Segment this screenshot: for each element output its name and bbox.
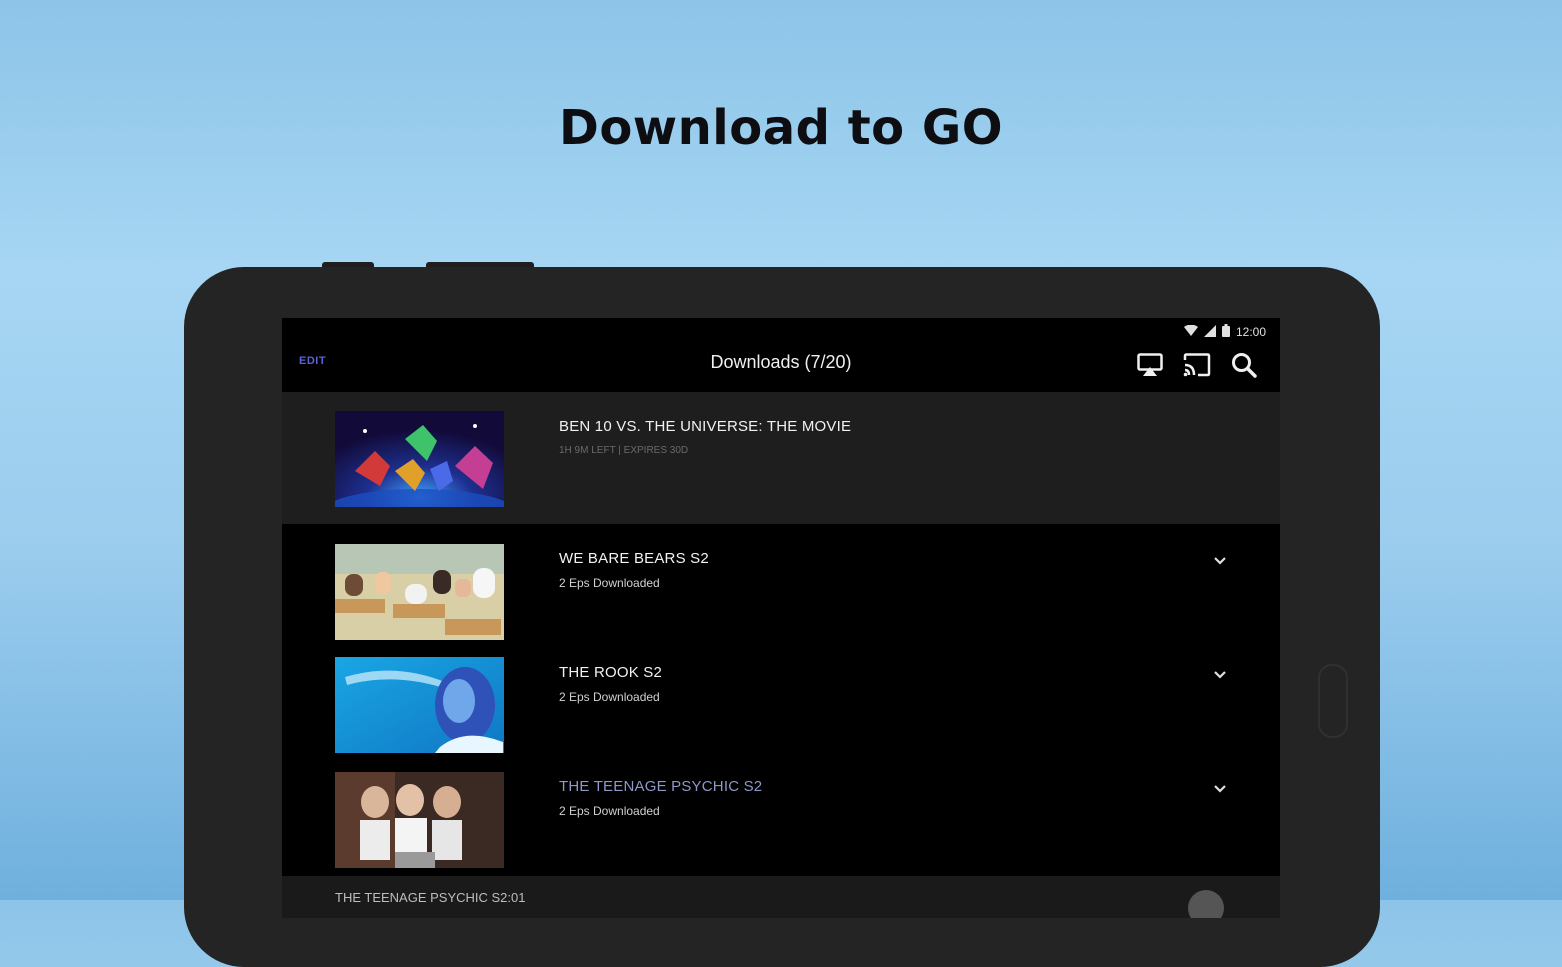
list-item[interactable]: WE BARE BEARS S2 2 Eps Downloaded <box>282 524 1280 640</box>
list-item[interactable]: THE TEENAGE PSYCHIC S2 2 Eps Downloaded <box>282 752 1280 876</box>
app-bar: EDIT Downloads (7/20) <box>282 318 1280 392</box>
show-thumbnail <box>335 544 504 640</box>
item-subtitle: 2 Eps Downloaded <box>559 804 660 818</box>
list-item[interactable]: BEN 10 VS. THE UNIVERSE: THE MOVIE 1H 9M… <box>282 392 1280 524</box>
airplay-icon <box>1137 353 1163 376</box>
app-screen: 12:00 EDIT Downloads (7/20) BEN 10 VS. T… <box>282 318 1280 918</box>
item-title: WE BARE BEARS S2 <box>559 550 709 567</box>
chevron-down-icon[interactable] <box>1212 783 1228 795</box>
show-thumbnail <box>335 657 504 753</box>
list-item[interactable]: THE ROOK S2 2 Eps Downloaded <box>282 638 1280 753</box>
item-title: THE TEENAGE PSYCHIC S2:01 <box>335 890 526 905</box>
item-subtitle: 2 Eps Downloaded <box>559 690 660 704</box>
page-title: Downloads (7/20) <box>710 352 852 372</box>
search-button[interactable] <box>1229 350 1259 380</box>
item-title: THE TEENAGE PSYCHIC S2 <box>559 778 763 795</box>
download-status-icon[interactable] <box>1188 890 1224 918</box>
item-subtitle: 1H 9M LEFT | EXPIRES 30D <box>559 445 689 456</box>
item-title: THE ROOK S2 <box>559 664 663 681</box>
show-thumbnail <box>335 772 504 868</box>
item-title: BEN 10 VS. THE UNIVERSE: THE MOVIE <box>559 418 852 435</box>
airplay-button[interactable] <box>1135 350 1165 380</box>
chevron-down-icon[interactable] <box>1212 555 1228 567</box>
item-subtitle: 2 Eps Downloaded <box>559 576 660 590</box>
list-item[interactable]: THE TEENAGE PSYCHIC S2:01 <box>282 876 1280 918</box>
search-icon <box>1232 353 1257 378</box>
movie-thumbnail <box>335 411 504 507</box>
promo-headline: Download to GO <box>558 100 1004 156</box>
chevron-down-icon[interactable] <box>1212 669 1228 681</box>
cast-button[interactable] <box>1182 350 1212 380</box>
cast-icon <box>1183 353 1211 377</box>
tablet-home-button <box>1318 664 1348 738</box>
